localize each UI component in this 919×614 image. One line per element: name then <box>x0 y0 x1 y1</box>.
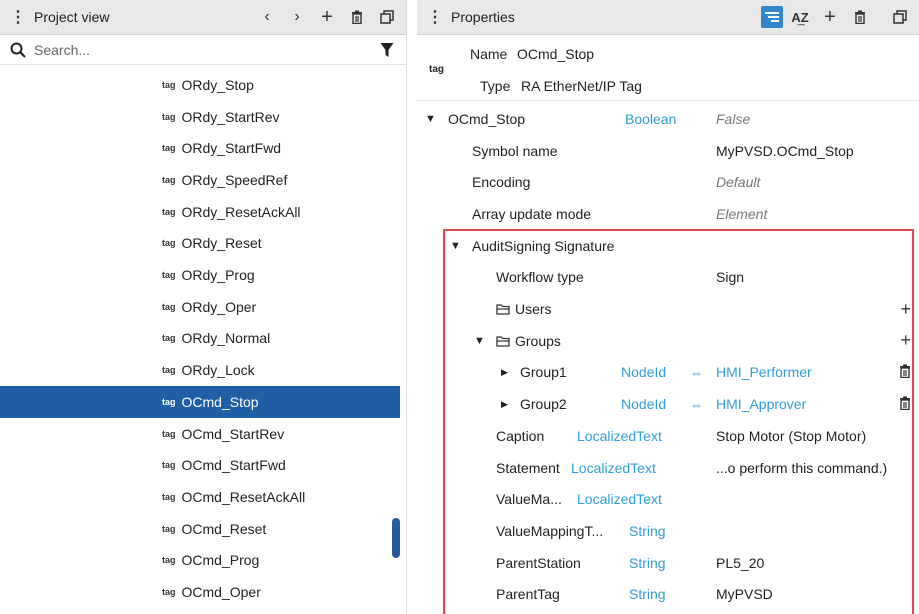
tag-icon: tag <box>162 365 176 376</box>
tree-item-label: ORdy_ResetAckAll <box>181 203 301 220</box>
tree-item[interactable]: tag ORdy_Normal <box>0 323 400 355</box>
search-input[interactable]: Search... <box>34 42 380 58</box>
tag-icon: tag <box>429 64 444 75</box>
scrollbar-thumb[interactable] <box>392 518 400 558</box>
type-value: RA EtherNet/IP Tag <box>521 78 642 94</box>
tree-item[interactable]: tag OCmd_Reset <box>0 513 400 545</box>
tag-icon: tag <box>162 206 176 217</box>
tree-item-label: OCmd_StartRev <box>181 425 285 442</box>
tag-icon: tag <box>162 174 176 185</box>
tree-item[interactable]: tag ORdy_Reset <box>0 228 400 260</box>
tag-icon: tag <box>162 555 176 566</box>
tree-item-label: OCmd_Oper <box>181 584 261 601</box>
tree-item-label: ORdy_Normal <box>181 330 271 347</box>
property-value[interactable]: False <box>716 111 750 127</box>
type-label: Type <box>480 78 511 94</box>
tag-icon: tag <box>162 238 176 249</box>
undock-icon[interactable] <box>374 4 400 30</box>
tree-item[interactable]: tag OCmd_StartRev <box>0 418 400 450</box>
tree-item-label: ORdy_Stop <box>181 76 254 93</box>
tree-item[interactable]: tag OCmd_Oper <box>0 576 400 608</box>
tag-icon: tag <box>162 587 176 598</box>
highlight-box <box>443 229 914 614</box>
tree-item-label: ORdy_Reset <box>181 235 262 252</box>
tag-icon: tag <box>162 79 176 90</box>
property-row[interactable]: Encoding Default <box>417 166 919 198</box>
tag-icon: tag <box>162 270 176 281</box>
tag-icon: tag <box>162 333 176 344</box>
tag-icon: tag <box>162 301 176 312</box>
tree-item-label: ORdy_Oper <box>181 298 257 315</box>
divider <box>417 100 919 101</box>
properties-titlebar: ⋮ Properties A͢Z + <box>417 0 919 35</box>
tag-icon: tag <box>162 143 176 154</box>
project-view-panel: ⋮ Project view ‹ › + Search... tag ORdy_S… <box>0 0 407 614</box>
tag-icon: tag <box>162 491 176 502</box>
filter-icon[interactable] <box>380 42 394 58</box>
property-name: Array update mode <box>472 205 592 222</box>
delete-icon[interactable] <box>847 4 873 30</box>
tree-item-label: OCmd_Reset <box>181 520 267 537</box>
property-name: Encoding <box>472 174 531 191</box>
add-icon[interactable]: + <box>817 4 843 30</box>
add-icon[interactable]: + <box>314 4 340 30</box>
project-view-titlebar: ⋮ Project view ‹ › + <box>0 0 406 35</box>
tree-item[interactable]: tag ORdy_Prog <box>0 259 400 291</box>
tree-item[interactable]: tag OCmd_Prog <box>0 545 400 577</box>
name-label: Name <box>470 46 508 62</box>
sort-alphabetical-icon[interactable]: A͢Z <box>787 4 813 30</box>
tree-item[interactable]: tag ORdy_StartRev <box>0 101 400 133</box>
name-value: OCmd_Stop <box>517 46 595 62</box>
caret-down-icon[interactable]: ▼ <box>425 113 436 125</box>
tag-icon: tag <box>162 111 176 122</box>
tag-icon: tag <box>162 396 176 407</box>
tree-item-label: ORdy_Prog <box>181 267 255 284</box>
properties-panel: ⋮ Properties A͢Z + tag Name OCmd_Stop Ty… <box>417 0 919 614</box>
tree-item[interactable]: tag OCmd_StartFwd <box>0 449 400 481</box>
tree-item[interactable]: tag ORdy_Lock <box>0 354 400 386</box>
back-icon[interactable]: ‹ <box>254 4 280 30</box>
tree-item[interactable]: tag OCmd_ResetAckAll <box>0 481 400 513</box>
tree-item-selected[interactable]: tag OCmd_Stop <box>0 386 400 418</box>
undock-icon[interactable] <box>887 4 913 30</box>
object-header: tag Name OCmd_Stop Type RA EtherNet/IP T… <box>417 36 919 100</box>
panel-menu-icon[interactable]: ⋮ <box>10 7 26 27</box>
property-type: Boolean <box>625 110 677 127</box>
tree-item-label: ORdy_Lock <box>181 362 255 379</box>
delete-icon[interactable] <box>344 4 370 30</box>
properties-title: Properties <box>451 9 515 25</box>
tree-item-label: OCmd_StartFwd <box>181 457 286 474</box>
property-name: Symbol name <box>472 142 558 159</box>
panel-gap <box>407 0 417 614</box>
tree-item[interactable]: tag ORdy_StartFwd <box>0 132 400 164</box>
tree-item[interactable]: tag ORdy_SpeedRef <box>0 164 400 196</box>
tag-icon: tag <box>162 523 176 534</box>
property-name: OCmd_Stop <box>448 110 526 127</box>
panel-menu-icon[interactable]: ⋮ <box>427 7 443 27</box>
property-row[interactable]: Symbol name MyPVSD.OCmd_Stop <box>417 135 919 167</box>
tree-item-label: ORdy_StartFwd <box>181 140 282 157</box>
group-by-category-icon[interactable] <box>761 6 783 28</box>
tree-item-label: OCmd_Stop <box>181 393 259 410</box>
project-view-title: Project view <box>34 9 110 25</box>
forward-icon[interactable]: › <box>284 4 310 30</box>
tree-item-label: OCmd_ResetAckAll <box>181 488 306 505</box>
tree-item-label: ORdy_StartRev <box>181 108 280 125</box>
property-value[interactable]: Element <box>716 206 767 222</box>
property-row[interactable]: ▼ OCmd_Stop Boolean False <box>417 103 919 135</box>
tree-item[interactable]: tag ORdy_ResetAckAll <box>0 196 400 228</box>
property-value[interactable]: Default <box>716 174 760 190</box>
tree-item[interactable]: tag ORdy_Stop <box>0 69 400 101</box>
tag-icon: tag <box>162 460 176 471</box>
property-value[interactable]: MyPVSD.OCmd_Stop <box>716 143 854 159</box>
tree-item-label: OCmd_Prog <box>181 552 260 569</box>
search-icon <box>10 42 26 58</box>
tag-icon: tag <box>162 428 176 439</box>
project-search-bar[interactable]: Search... <box>0 35 406 65</box>
tree-item[interactable]: tag ORdy_Oper <box>0 291 400 323</box>
tree-item-label: ORdy_SpeedRef <box>181 171 288 188</box>
property-row[interactable]: Array update mode Element <box>417 198 919 230</box>
